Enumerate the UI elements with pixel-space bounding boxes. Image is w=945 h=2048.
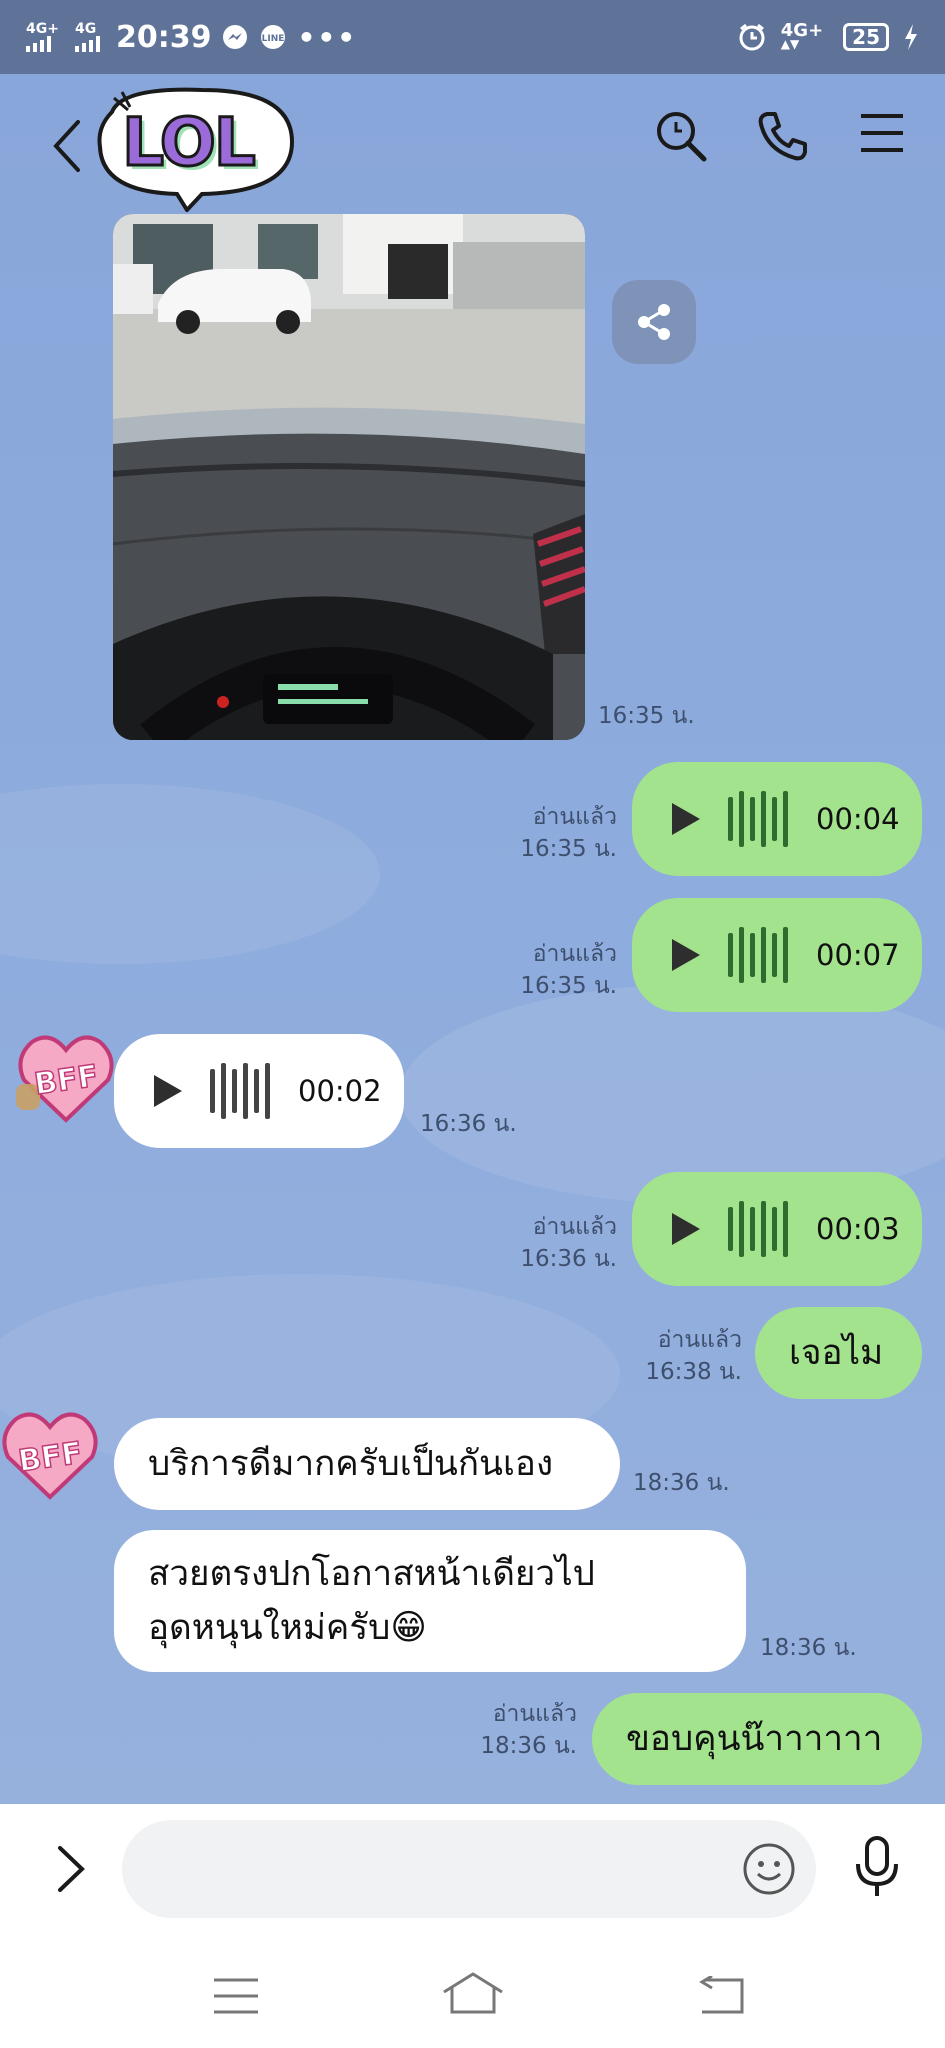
- back-button[interactable]: [50, 118, 84, 174]
- voice-duration: 00:02: [298, 1074, 382, 1108]
- read-label: อ่านแล้ว: [657, 1327, 742, 1353]
- battery-indicator: 25: [843, 23, 889, 51]
- lol-sticker-text: LOL: [121, 103, 258, 183]
- read-receipt: อ่านแล้ว 16:36 น.: [520, 1211, 617, 1275]
- message-text-line: สวยตรงปกโอกาสหน้าเดียวไป: [148, 1554, 595, 1594]
- car-dashboard-photo: [113, 214, 585, 740]
- message-time: 18:36 น.: [760, 1635, 857, 1661]
- alarm-icon: [739, 23, 765, 51]
- message-time: 18:36 น.: [633, 1470, 730, 1496]
- line-app-icon: LINE: [261, 25, 286, 49]
- play-icon[interactable]: [672, 939, 700, 971]
- text-message[interactable]: ขอบคุนน๊าาาาาา: [592, 1693, 922, 1785]
- read-label: อ่านแล้ว: [532, 941, 617, 967]
- input-bar: [0, 1804, 945, 1932]
- photo-message[interactable]: [113, 214, 585, 740]
- message-input[interactable]: [122, 1820, 816, 1918]
- home-icon[interactable]: [442, 1970, 504, 2016]
- play-icon[interactable]: [154, 1075, 182, 1107]
- waveform-icon: [728, 1199, 788, 1259]
- read-label: อ่านแล้ว: [492, 1701, 577, 1727]
- network-type-3: 4G+: [780, 20, 824, 41]
- text-message[interactable]: บริการดีมากครับเป็นกันเอง: [114, 1418, 620, 1510]
- status-bar: 4G+ 4G 20:39 LINE ••• 4G+ ▲▼ 25: [0, 0, 945, 74]
- charging-icon: [905, 24, 917, 50]
- phone-icon[interactable]: [757, 110, 809, 162]
- svg-text:LINE: LINE: [262, 34, 285, 44]
- voice-duration: 00:04: [816, 802, 900, 836]
- message-time: 16:35 น.: [520, 836, 617, 862]
- header-actions: [655, 110, 905, 162]
- system-nav-bar: [0, 1932, 945, 2048]
- text-message[interactable]: เจอไม: [755, 1307, 922, 1399]
- avatar[interactable]: BFF: [0, 1405, 100, 1501]
- network-type-2: 4G: [74, 21, 97, 37]
- emoji-icon[interactable]: [742, 1842, 796, 1896]
- text-message[interactable]: สวยตรงปกโอกาสหน้าเดียวไป อุดหนุนใหม่ครับ…: [114, 1530, 746, 1672]
- waveform-icon: [728, 789, 788, 849]
- signal-icon-1: 4G+: [26, 22, 59, 52]
- voice-message[interactable]: 00:04: [632, 762, 922, 876]
- recent-apps-icon[interactable]: [212, 1976, 260, 2016]
- message-time: 16:35 น.: [598, 703, 695, 729]
- signal-icon-3: 4G+ ▲▼: [780, 20, 824, 51]
- message-time: 16:38 น.: [645, 1359, 742, 1385]
- clock: 20:39: [115, 19, 212, 55]
- message-time: 16:35 น.: [520, 973, 617, 999]
- voice-message[interactable]: 00:02: [114, 1034, 404, 1148]
- search-icon[interactable]: [655, 110, 707, 162]
- network-type-1: 4G+: [26, 21, 59, 37]
- avatar[interactable]: BFF: [16, 1028, 116, 1124]
- voice-message[interactable]: 00:03: [632, 1172, 922, 1286]
- share-icon: [638, 304, 670, 340]
- message-text: สวยตรงปกโอกาสหน้าเดียวไป อุดหนุนใหม่ครับ…: [114, 1547, 629, 1655]
- share-button[interactable]: [612, 280, 696, 364]
- microphone-icon[interactable]: [854, 1836, 900, 1900]
- signal-icon-2: 4G: [74, 21, 100, 52]
- message-time: 16:36 น.: [420, 1111, 517, 1137]
- read-label: อ่านแล้ว: [532, 1214, 617, 1240]
- read-receipt: อ่านแล้ว 16:35 น.: [520, 938, 617, 1002]
- read-receipt: อ่านแล้ว 16:35 น.: [520, 801, 617, 865]
- message-text: เจอไม: [789, 1333, 884, 1373]
- menu-icon[interactable]: [859, 110, 905, 156]
- waveform-icon: [728, 925, 788, 985]
- expand-icon[interactable]: [56, 1844, 86, 1894]
- back-nav-icon[interactable]: [696, 1976, 746, 2016]
- play-icon[interactable]: [672, 803, 700, 835]
- voice-duration: 00:03: [816, 1212, 900, 1246]
- message-time: 16:36 น.: [520, 1246, 617, 1272]
- message-text: บริการดีมากครับเป็นกันเอง: [148, 1444, 554, 1484]
- messenger-icon: [223, 25, 248, 49]
- read-receipt: อ่านแล้ว 16:38 น.: [645, 1324, 742, 1388]
- voice-duration: 00:07: [816, 938, 900, 972]
- battery-level: 25: [852, 25, 880, 49]
- message-text-line: อุดหนุนใหม่ครับ😁: [148, 1608, 427, 1648]
- voice-message[interactable]: 00:07: [632, 898, 922, 1012]
- message-time: 18:36 น.: [480, 1733, 577, 1759]
- read-label: อ่านแล้ว: [532, 804, 617, 830]
- message-text: ขอบคุนน๊าาาาาา: [626, 1719, 883, 1759]
- play-icon[interactable]: [672, 1213, 700, 1245]
- waveform-icon: [210, 1061, 270, 1121]
- read-receipt: อ่านแล้ว 18:36 น.: [480, 1698, 577, 1762]
- more-notifications-icon: •••: [297, 20, 358, 54]
- lol-sticker: LOL: [92, 82, 302, 214]
